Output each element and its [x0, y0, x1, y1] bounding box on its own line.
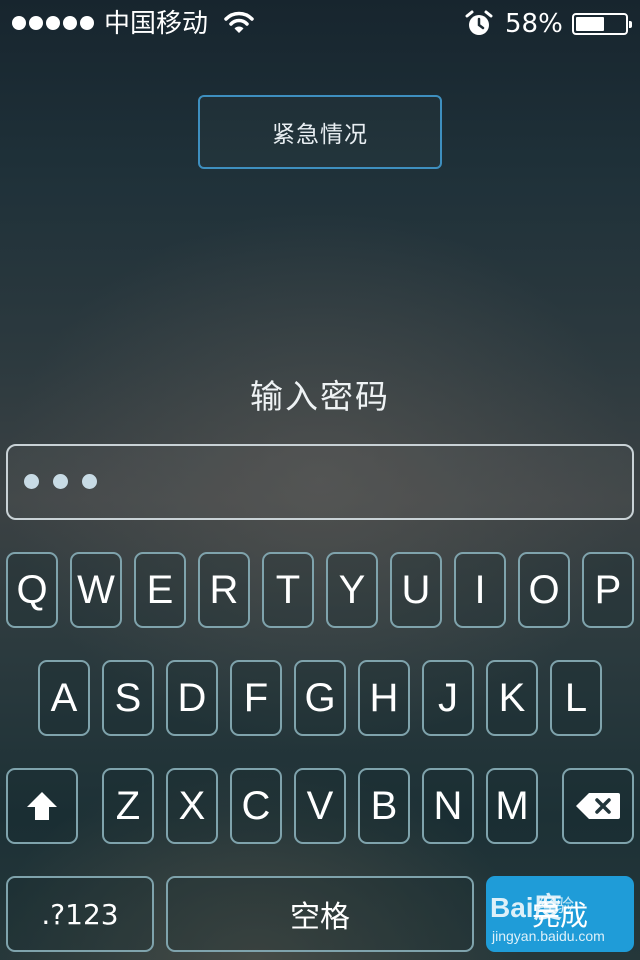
password-input[interactable] — [6, 444, 634, 520]
status-bar: 中国移动 58% — [0, 0, 640, 46]
battery-percent: 58% — [505, 9, 563, 39]
key-m[interactable]: M — [486, 768, 538, 844]
password-dot — [24, 474, 39, 489]
battery-icon — [572, 13, 632, 35]
key-y[interactable]: Y — [326, 552, 378, 628]
space-key[interactable]: 空格 — [166, 876, 474, 952]
key-w[interactable]: W — [70, 552, 122, 628]
password-dot — [82, 474, 97, 489]
key-b[interactable]: B — [358, 768, 410, 844]
enter-passcode-title: 输入密码 — [250, 377, 390, 416]
key-l[interactable]: L — [550, 660, 602, 736]
key-x[interactable]: X — [166, 768, 218, 844]
password-dots — [24, 474, 97, 489]
key-o[interactable]: O — [518, 552, 570, 628]
key-f[interactable]: F — [230, 660, 282, 736]
key-t[interactable]: T — [262, 552, 314, 628]
key-e[interactable]: E — [134, 552, 186, 628]
wifi-icon — [224, 10, 254, 40]
key-r[interactable]: R — [198, 552, 250, 628]
key-v[interactable]: V — [294, 768, 346, 844]
done-key[interactable]: 完成 — [486, 876, 634, 952]
key-k[interactable]: K — [486, 660, 538, 736]
key-h[interactable]: H — [358, 660, 410, 736]
numbers-key[interactable]: .?123 — [6, 876, 154, 952]
delete-key[interactable] — [562, 768, 634, 844]
password-dot — [53, 474, 68, 489]
shift-arrow-icon — [27, 792, 57, 820]
battery-fill — [576, 17, 604, 31]
key-n[interactable]: N — [422, 768, 474, 844]
key-q[interactable]: Q — [6, 552, 58, 628]
alarm-icon — [464, 9, 494, 43]
backspace-icon — [576, 793, 620, 819]
key-i[interactable]: I — [454, 552, 506, 628]
key-c[interactable]: C — [230, 768, 282, 844]
key-a[interactable]: A — [38, 660, 90, 736]
key-d[interactable]: D — [166, 660, 218, 736]
key-s[interactable]: S — [102, 660, 154, 736]
carrier-name: 中国移动 — [104, 9, 209, 39]
key-g[interactable]: G — [294, 660, 346, 736]
key-j[interactable]: J — [422, 660, 474, 736]
key-u[interactable]: U — [390, 552, 442, 628]
signal-strength-icon — [12, 16, 94, 30]
shift-key[interactable] — [6, 768, 78, 844]
key-z[interactable]: Z — [102, 768, 154, 844]
key-p[interactable]: P — [582, 552, 634, 628]
emergency-button[interactable]: 紧急情况 — [198, 95, 442, 169]
